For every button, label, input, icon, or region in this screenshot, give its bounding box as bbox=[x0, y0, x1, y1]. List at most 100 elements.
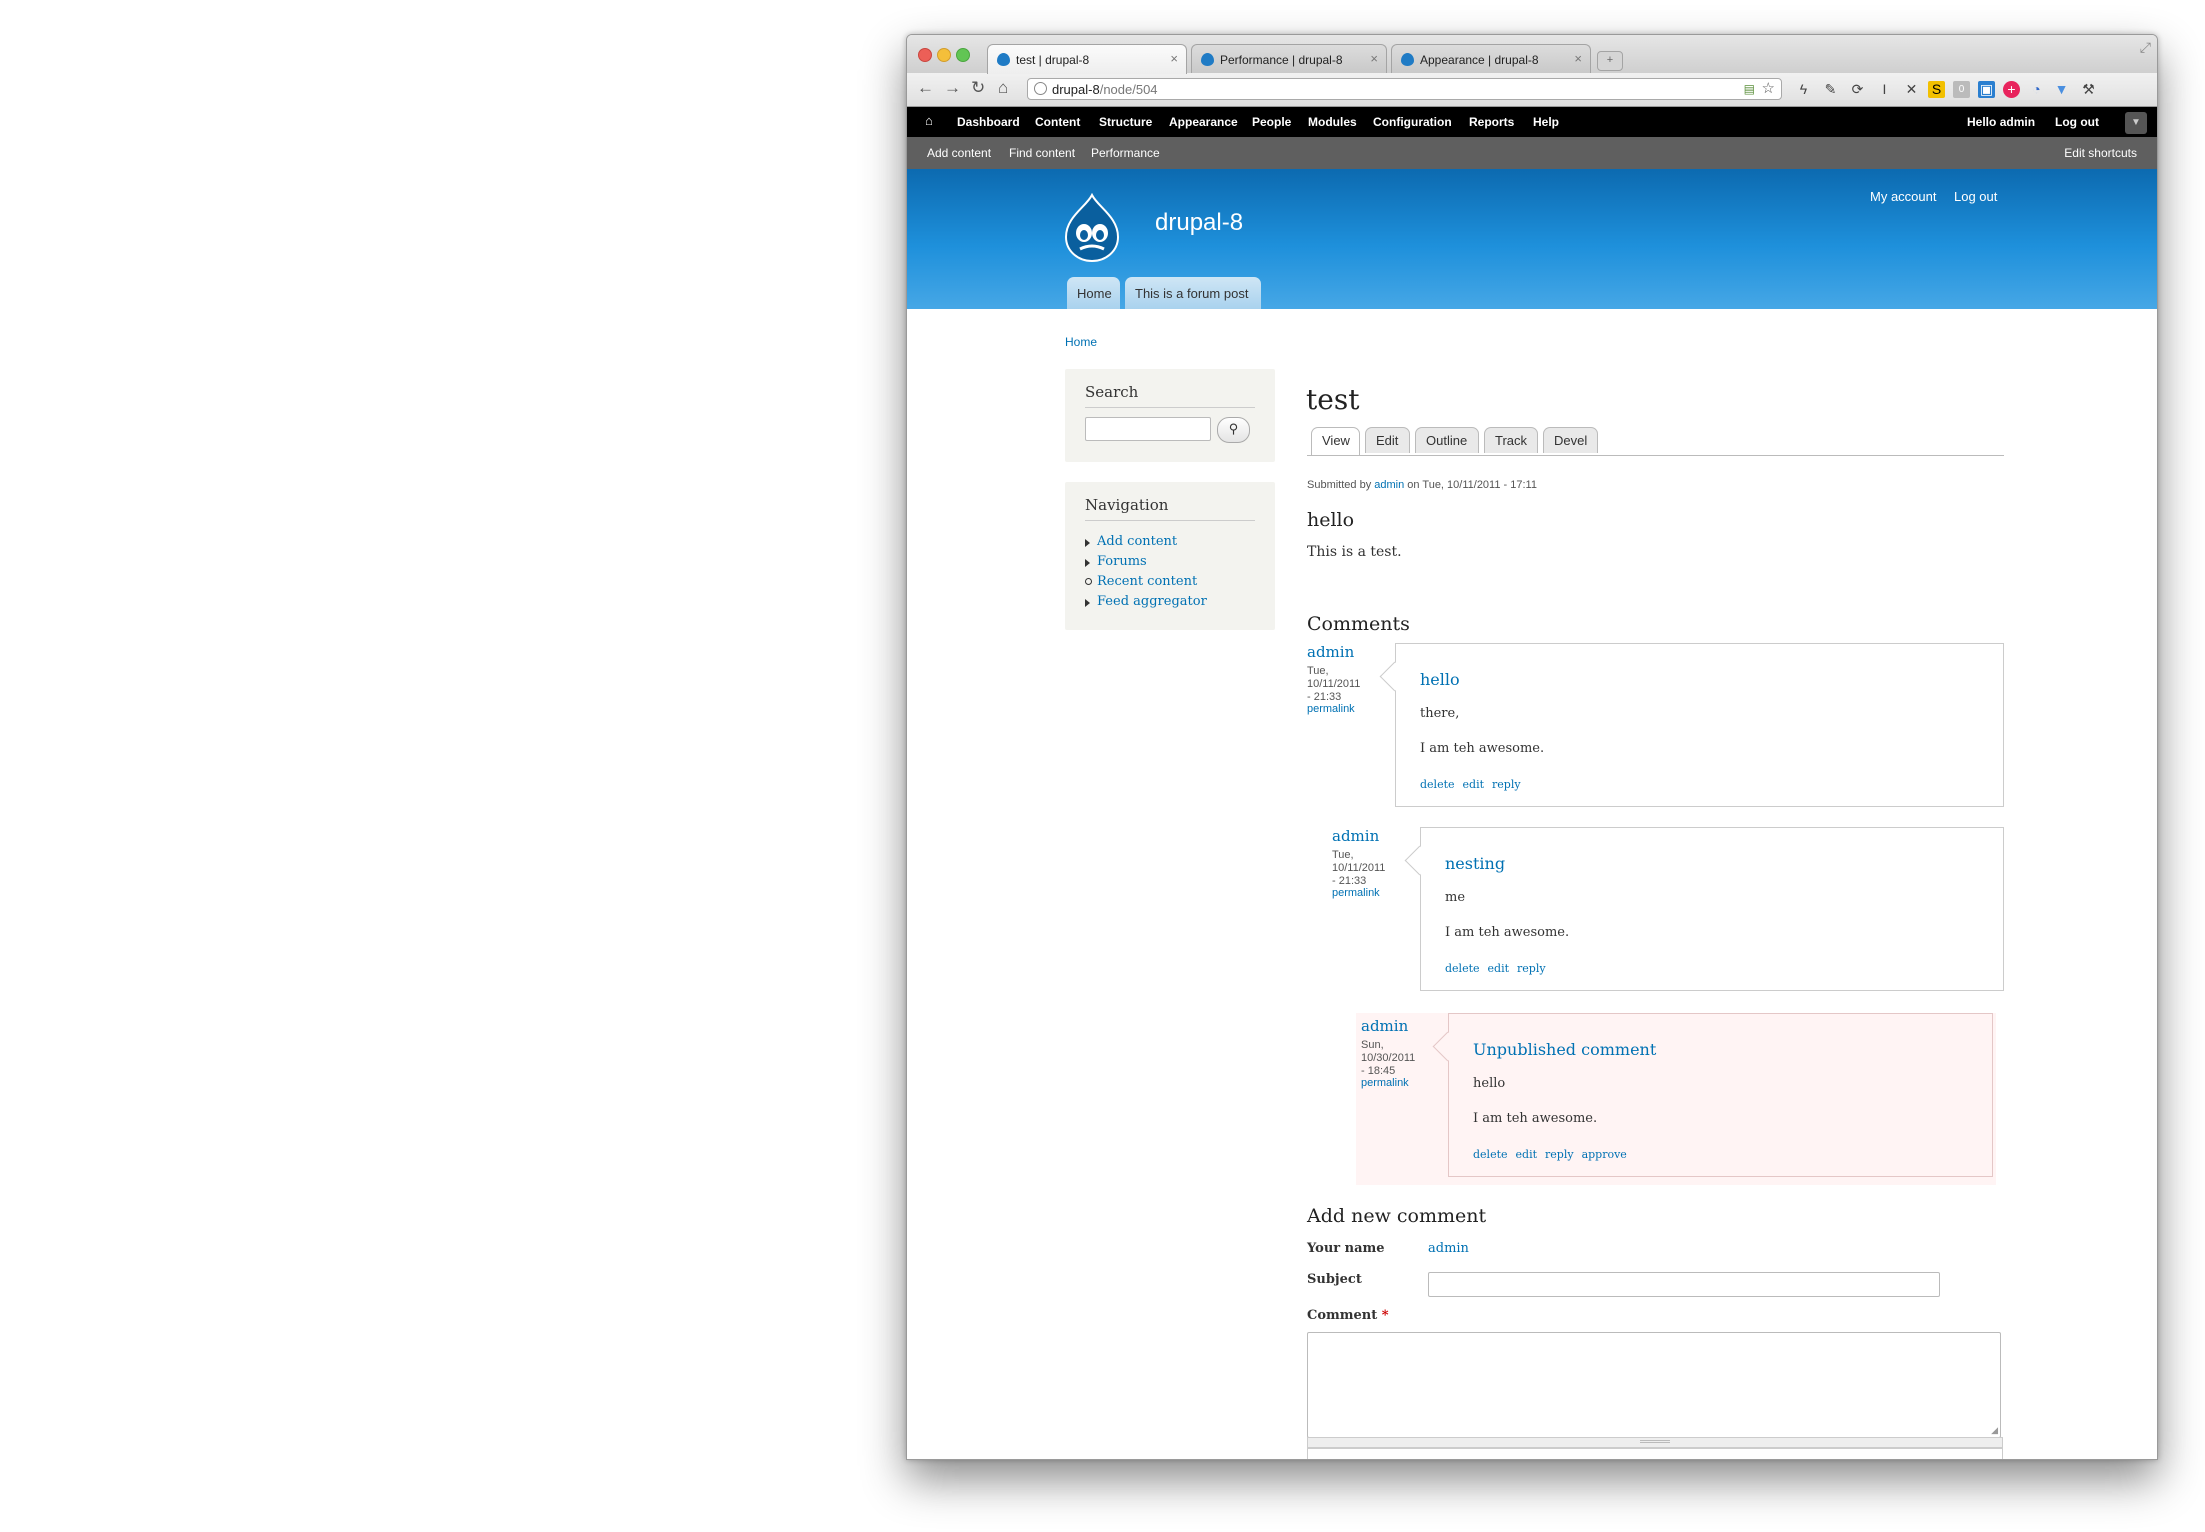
breadcrumb[interactable]: Home bbox=[1065, 335, 1097, 349]
admin-menu-appearance[interactable]: Appearance bbox=[1169, 115, 1238, 129]
browser-window: test | drupal-8 × Performance | drupal-8… bbox=[906, 34, 2158, 1460]
comment-permalink[interactable]: permalink bbox=[1332, 887, 1380, 899]
admin-menu-modules[interactable]: Modules bbox=[1308, 115, 1357, 129]
search-input[interactable] bbox=[1085, 417, 1211, 441]
wrench-extension-icon[interactable]: ✎ bbox=[1822, 81, 1839, 98]
plus-icon: + bbox=[1606, 54, 1614, 66]
comment-box: Unpublished comment hello I am teh aweso… bbox=[1432, 1013, 1993, 1177]
my-account-link[interactable]: My account bbox=[1870, 189, 1936, 204]
shortcut-add-content[interactable]: Add content bbox=[927, 146, 991, 160]
comment-reply-link[interactable]: reply bbox=[1492, 778, 1521, 791]
comment-text: I am teh awesome. bbox=[1420, 741, 1545, 756]
bookmark-star-icon[interactable]: ☆ bbox=[1762, 79, 1775, 97]
comment-delete-link[interactable]: delete bbox=[1473, 1148, 1508, 1161]
new-tab-button[interactable]: + bbox=[1597, 51, 1623, 71]
local-tab-track[interactable]: Track bbox=[1484, 427, 1538, 453]
address-bar[interactable]: drupal-8/node/504 ▤ ☆ bbox=[1027, 78, 1782, 100]
comment-permalink[interactable]: permalink bbox=[1361, 1077, 1409, 1089]
comment-subject-link[interactable]: hello bbox=[1420, 670, 1460, 689]
back-arrow-icon[interactable]: ← bbox=[917, 78, 934, 98]
fullscreen-icon[interactable]: ⤢ bbox=[2140, 39, 2151, 56]
tab-close-icon[interactable]: × bbox=[1370, 51, 1378, 66]
header-logout-link[interactable]: Log out bbox=[1954, 189, 1997, 204]
admin-menu-people[interactable]: People bbox=[1252, 115, 1291, 129]
comment-edit-link[interactable]: edit bbox=[1463, 778, 1485, 791]
shortcut-find-content[interactable]: Find content bbox=[1009, 146, 1075, 160]
lightning-extension-icon[interactable]: ϟ bbox=[1795, 81, 1812, 98]
nav-item-feed-aggregator[interactable]: Feed aggregator bbox=[1085, 594, 1207, 614]
subject-input[interactable] bbox=[1428, 1272, 1940, 1297]
comment-date: Sun, 10/30/2011- 18:45 bbox=[1361, 1039, 1415, 1078]
pocket-extension-icon[interactable]: ▼ bbox=[2053, 81, 2070, 98]
home-icon[interactable]: ⌂ bbox=[925, 113, 933, 128]
settings-wrench-icon[interactable]: ⚒ bbox=[2080, 81, 2097, 98]
nav-item-recent-content[interactable]: Recent content bbox=[1085, 574, 1207, 594]
local-tab-edit[interactable]: Edit bbox=[1365, 427, 1410, 453]
admin-username[interactable]: admin bbox=[2000, 115, 2035, 129]
drupal-drop-logo[interactable] bbox=[1062, 193, 1122, 263]
comment-approve-link[interactable]: approve bbox=[1582, 1148, 1627, 1161]
feed-extension-icon[interactable]: ◔ bbox=[2028, 81, 2045, 98]
admin-toolbar: ⌂ Dashboard Content Structure Appearance… bbox=[907, 107, 2157, 137]
admin-menu-reports[interactable]: Reports bbox=[1469, 115, 1514, 129]
comment-textarea[interactable]: ◢ bbox=[1307, 1332, 2001, 1438]
site-name[interactable]: drupal-8 bbox=[1155, 209, 1243, 237]
comment-delete-link[interactable]: delete bbox=[1420, 778, 1455, 791]
browser-tab-1[interactable]: test | drupal-8 × bbox=[987, 44, 1187, 74]
search-button[interactable]: ⚲ bbox=[1217, 417, 1250, 443]
comment-edit-link[interactable]: edit bbox=[1488, 962, 1510, 975]
shortcut-performance[interactable]: Performance bbox=[1091, 146, 1160, 160]
admin-menu-structure[interactable]: Structure bbox=[1099, 115, 1152, 129]
s-extension-icon[interactable]: S bbox=[1928, 81, 1945, 98]
admin-logout-link[interactable]: Log out bbox=[2055, 115, 2099, 129]
forward-arrow-icon[interactable]: → bbox=[944, 78, 961, 98]
admin-menu-configuration[interactable]: Configuration bbox=[1373, 115, 1452, 129]
primary-tab-home[interactable]: Home bbox=[1067, 277, 1120, 309]
shortcut-drawer-toggle[interactable]: ▼ bbox=[2125, 112, 2147, 134]
nav-item-forums[interactable]: Forums bbox=[1085, 554, 1207, 574]
local-tab-view[interactable]: View bbox=[1311, 427, 1360, 455]
tab-close-icon[interactable]: × bbox=[1170, 51, 1178, 66]
edit-shortcuts-link[interactable]: Edit shortcuts bbox=[2064, 146, 2137, 160]
pin-extension-icon[interactable]: ✕ bbox=[1903, 81, 1920, 98]
plus-extension-icon[interactable]: + bbox=[2003, 81, 2020, 98]
comment-edit-link[interactable]: edit bbox=[1516, 1148, 1538, 1161]
search-icon: ⚲ bbox=[1228, 422, 1239, 437]
sync-extension-icon[interactable]: ⟳ bbox=[1849, 81, 1866, 98]
textarea-grippie[interactable] bbox=[1307, 1437, 2003, 1448]
home-icon[interactable]: ⌂ bbox=[998, 78, 1008, 98]
local-tab-outline[interactable]: Outline bbox=[1415, 427, 1479, 453]
browser-tab-2[interactable]: Performance | drupal-8 × bbox=[1191, 44, 1387, 73]
comment-subject-link[interactable]: nesting bbox=[1445, 854, 1505, 873]
submitted-author-link[interactable]: admin bbox=[1374, 479, 1404, 491]
close-window-icon[interactable] bbox=[918, 48, 932, 62]
rss-feed-icon[interactable]: ▤ bbox=[1744, 82, 1755, 96]
reload-icon[interactable]: ↻ bbox=[971, 78, 985, 98]
browser-tab-3[interactable]: Appearance | drupal-8 × bbox=[1391, 44, 1591, 73]
zoom-window-icon[interactable] bbox=[956, 48, 970, 62]
comment-author-link[interactable]: admin bbox=[1307, 643, 1354, 661]
comment-delete-link[interactable]: delete bbox=[1445, 962, 1480, 975]
comment-permalink[interactable]: permalink bbox=[1307, 703, 1355, 715]
local-tab-devel[interactable]: Devel bbox=[1543, 427, 1598, 453]
minimize-window-icon[interactable] bbox=[937, 48, 951, 62]
date-line: - 21:33 bbox=[1332, 875, 1367, 887]
screen-extension-icon[interactable]: ▣ bbox=[1978, 81, 1995, 98]
admin-menu-help[interactable]: Help bbox=[1533, 115, 1559, 129]
comment-subject-link[interactable]: Unpublished comment bbox=[1473, 1040, 1656, 1059]
admin-menu-content[interactable]: Content bbox=[1035, 115, 1080, 129]
comment-reply-link[interactable]: reply bbox=[1545, 1148, 1574, 1161]
comment-text: hello bbox=[1473, 1076, 1506, 1091]
comment-reply-link[interactable]: reply bbox=[1517, 962, 1546, 975]
text-cursor-extension-icon[interactable]: I bbox=[1876, 81, 1893, 98]
admin-menu-dashboard[interactable]: Dashboard bbox=[957, 115, 1020, 129]
comment-arrow bbox=[1379, 661, 1410, 692]
resize-grip-icon[interactable]: ◢ bbox=[1991, 1425, 1998, 1436]
primary-tab-forum-post[interactable]: This is a forum post bbox=[1125, 277, 1261, 309]
tab-close-icon[interactable]: × bbox=[1574, 51, 1582, 66]
your-name-value[interactable]: admin bbox=[1428, 1241, 1469, 1256]
zero-badge-extension-icon[interactable]: 0 bbox=[1953, 81, 1970, 98]
nav-item-add-content[interactable]: Add content bbox=[1085, 534, 1207, 554]
comment-author-link[interactable]: admin bbox=[1332, 827, 1379, 845]
comment-author-link[interactable]: admin bbox=[1361, 1017, 1408, 1035]
